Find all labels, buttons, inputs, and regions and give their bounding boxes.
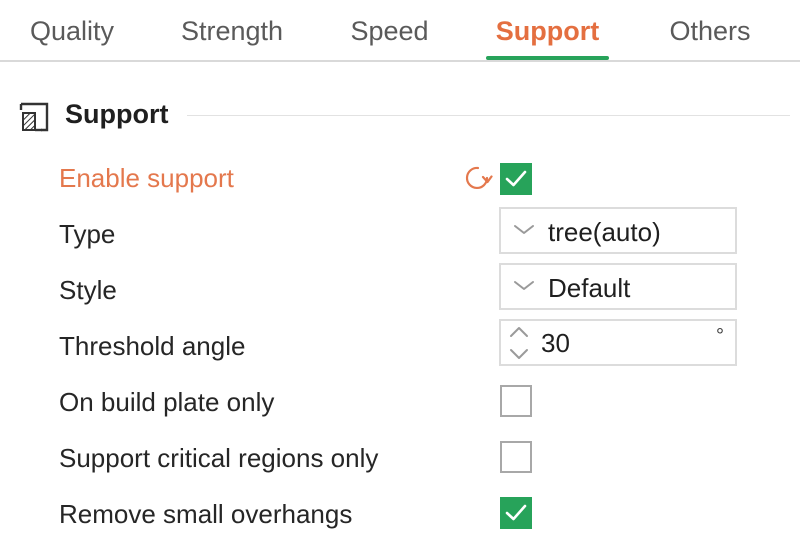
tab-strength[interactable]: Strength <box>176 16 288 56</box>
threshold-angle-spinbox: ° <box>499 319 737 366</box>
settings-tab-bar: Quality Strength Speed Support Others <box>0 0 800 62</box>
support-critical-regions-only-label: Support critical regions only <box>59 443 379 473</box>
type-value: tree(auto) <box>548 217 661 247</box>
tab-support[interactable]: Support <box>486 16 609 56</box>
support-settings-panel: Quality Strength Speed Support Others Su… <box>0 0 800 558</box>
section-divider <box>187 115 790 116</box>
style-dropdown[interactable]: Default <box>499 263 737 310</box>
tab-quality[interactable]: Quality <box>26 16 118 56</box>
on-build-plate-only-label: On build plate only <box>59 387 275 417</box>
remove-small-overhangs-label: Remove small overhangs <box>59 499 353 529</box>
chevron-down-icon <box>513 279 535 298</box>
threshold-angle-input[interactable] <box>541 325 691 361</box>
enable-support-checkbox[interactable] <box>500 163 532 195</box>
style-label: Style <box>59 275 117 305</box>
tab-others[interactable]: Others <box>666 16 754 56</box>
enable-support-label: Enable support <box>59 163 234 193</box>
chevron-down-icon <box>513 223 535 242</box>
increment-arrow-icon[interactable] <box>508 323 530 341</box>
type-label: Type <box>59 219 116 249</box>
support-icon <box>19 101 51 133</box>
threshold-angle-label: Threshold angle <box>59 331 246 361</box>
active-tab-indicator <box>486 56 609 60</box>
support-critical-regions-only-checkbox[interactable] <box>500 441 532 473</box>
reset-icon[interactable] <box>463 163 493 193</box>
degree-unit: ° <box>716 325 724 347</box>
tab-speed[interactable]: Speed <box>348 16 431 56</box>
type-dropdown[interactable]: tree(auto) <box>499 207 737 254</box>
section-title: Support <box>65 99 169 129</box>
decrement-arrow-icon[interactable] <box>508 345 530 363</box>
style-value: Default <box>548 273 631 303</box>
remove-small-overhangs-checkbox[interactable] <box>500 497 532 529</box>
on-build-plate-only-checkbox[interactable] <box>500 385 532 417</box>
